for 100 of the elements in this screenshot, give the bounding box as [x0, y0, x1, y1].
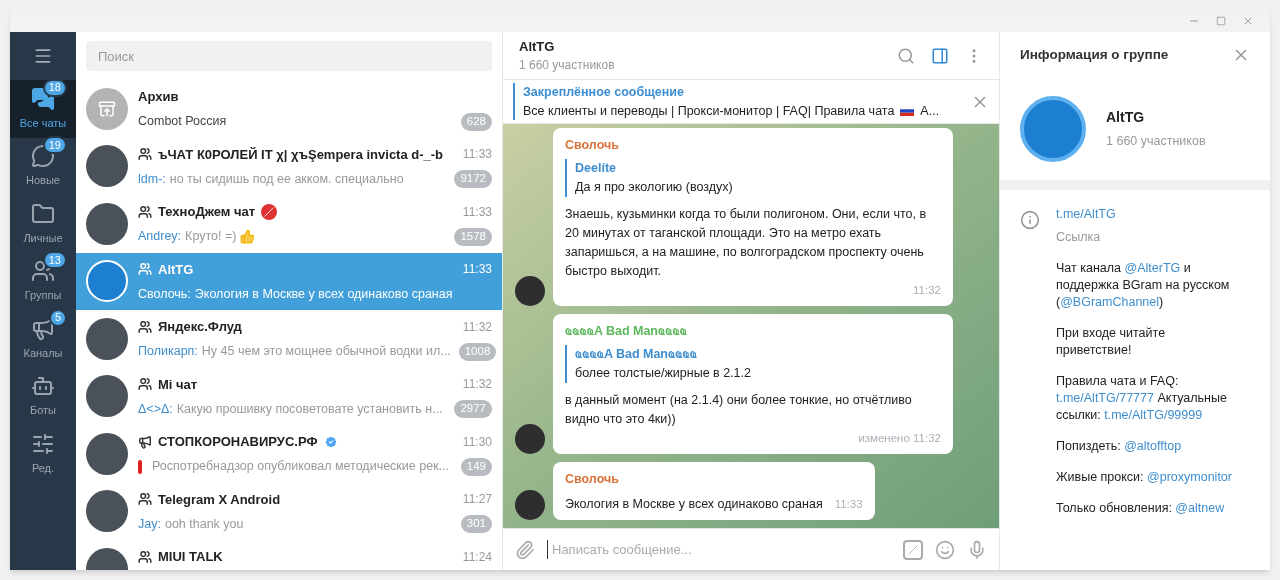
chat-name: Telegram X Android — [158, 490, 281, 509]
sender-name: Δ<>Δ: — [138, 400, 173, 418]
description-paragraph: При входе читайте приветствие! — [1056, 325, 1167, 359]
sender-name: Jay: — [138, 515, 161, 533]
link[interactable]: @altnew — [1175, 501, 1225, 515]
menu-icon[interactable] — [33, 46, 53, 66]
avatar-photo — [515, 490, 545, 520]
pinned-text-tail: А... — [920, 102, 940, 120]
description-paragraph: Только обновления: @altnew — [1056, 500, 1226, 517]
link[interactable]: @AlterTG — [1124, 261, 1181, 275]
link[interactable]: @proxymonitor — [1147, 470, 1232, 484]
unread-count: 9172 — [454, 170, 492, 188]
folder-tab[interactable]: 18 Все чаты — [10, 80, 76, 138]
unread-count: 2977 — [454, 400, 492, 418]
group-icon — [138, 492, 152, 507]
chat-name: Яндекс.Флуд — [158, 318, 242, 336]
chat-name: СТОПКОРОНАВИРУС.РФ — [158, 433, 318, 451]
folder-badge: 13 — [42, 251, 67, 269]
emoji-icon[interactable] — [935, 539, 955, 560]
avatar-photo — [515, 276, 545, 306]
group-name: AltTG — [1106, 108, 1146, 128]
chat-time: 11:24 — [462, 548, 492, 566]
group-icon — [138, 262, 152, 277]
chat-name: MIUI TALK — [158, 548, 223, 566]
maximize-icon[interactable] — [1216, 16, 1226, 26]
chat-time: 11:27 — [462, 491, 492, 509]
folder-badge: 19 — [42, 136, 67, 154]
message-text: Знаешь, кузьминки когда то были полигоном. Они, если что, в 20 минутах от таганской площади. Это на метро ехать запаришься, а на машине, по волгоградском проспекту очень быстро выходит. — [565, 206, 928, 280]
group-link[interactable]: t.me/AltTG — [1056, 206, 1241, 223]
chat-name: Архив — [138, 88, 179, 106]
avatar-photo — [86, 260, 128, 303]
chat-time: 11:33 — [462, 146, 492, 164]
folder-badge: 18 — [42, 78, 67, 97]
attach-icon[interactable] — [515, 539, 535, 560]
info-icon — [1020, 210, 1040, 230]
message-author: Сволочь — [565, 471, 620, 488]
group-subtitle: 1 660 участников — [1106, 133, 1206, 151]
message-time: 11:32 — [913, 283, 941, 298]
chat-time: 11:30 — [462, 433, 492, 451]
reply-text: более толстые/жирные в 2.1.2 — [575, 365, 752, 382]
link-caption: Ссылка — [1056, 229, 1102, 246]
megaphone-icon — [138, 434, 152, 449]
group-icon — [138, 147, 152, 162]
folder-tab[interactable]: 19 Новые — [10, 137, 76, 195]
message-author: ҩҩҩҩA Bad Manҩҩҩҩ — [565, 323, 688, 340]
chat-time: 11:32 — [462, 318, 492, 336]
link[interactable]: @BGramChannel — [1060, 295, 1159, 309]
unread-count: 1008 — [458, 342, 497, 361]
avatar-photo — [86, 317, 128, 360]
chat-title: AltTG — [519, 37, 556, 56]
description-paragraph: Правила чата и FAQ: t.me/AltTG/77777 Актуальные ссылки: t.me/AltTG/99999 — [1056, 373, 1228, 424]
reply-author: Deelíte — [575, 160, 617, 177]
chat-time: 11:33 — [462, 203, 492, 221]
search-field[interactable]: Поиск — [86, 41, 492, 71]
folder-tab[interactable]: 13 Группы — [10, 252, 76, 310]
chat-list-item[interactable]: AltTG 11:33 Сволочь: Экология в Москве у всех одинаково сраная — [76, 252, 502, 310]
group-icon — [138, 377, 152, 392]
unread-count: 1578 — [454, 227, 492, 246]
group-icon — [138, 204, 152, 219]
description-paragraph: Чат канала @AlterTG и поддержка BGram на русском (@BGramChannel) — [1056, 260, 1231, 311]
avatar-photo — [515, 424, 545, 454]
avatar-photo — [86, 432, 128, 475]
message-author: Сволочь — [565, 137, 620, 154]
close-icon[interactable] — [1242, 15, 1254, 27]
folder-badge: 5 — [48, 308, 67, 327]
unread-count: 628 — [460, 112, 492, 131]
folder-tab[interactable]: Ред. — [10, 425, 76, 483]
chat-name: ТехноДжем чат — [158, 203, 256, 221]
message-time: 11:33 — [834, 497, 863, 512]
link[interactable]: @altofftop — [1124, 439, 1182, 453]
folder-tab[interactable]: 5 Каналы — [10, 310, 76, 368]
reply-author: ҩҩҩҩA Bad Manҩҩҩҩ — [575, 346, 698, 363]
pinned-label: Закреплённое сообщение — [523, 83, 685, 101]
message-preview: Роспотребнадзор опубликовал методические рек... — [152, 458, 449, 476]
reply-text: Да я про экологию (воздух) — [575, 179, 734, 196]
sender-name: Andrey: — [138, 228, 182, 246]
link[interactable]: t.me/AltTG/77777 — [1056, 391, 1154, 405]
message-text: в данный момент (на 2.1.4) они более тонкие, но отчётливо видно что это 4ки)) — [565, 392, 913, 428]
message-preview: ooh thank you — [164, 515, 244, 533]
description-paragraph: Попиздеть: @altofftop — [1056, 438, 1183, 455]
group-icon — [138, 549, 152, 564]
sidebar-toggle-icon[interactable] — [931, 46, 949, 65]
search-icon[interactable] — [897, 46, 915, 65]
folder-tab[interactable]: Боты — [10, 367, 76, 425]
chat-time: 11:32 — [462, 376, 492, 394]
message-preview: Экология в Москве у всех одинаково сраная — [194, 285, 453, 303]
microphone-icon[interactable] — [967, 539, 987, 560]
sender-name: Сволочь: — [138, 285, 191, 303]
commands-icon[interactable] — [903, 539, 923, 560]
avatar-photo — [86, 145, 128, 188]
message-preview: Combot Россия — [138, 113, 227, 131]
sender-name: ldm-: — [138, 170, 166, 188]
avatar-photo — [86, 490, 128, 533]
avatar-photo — [86, 202, 128, 245]
message-preview: Какую прошивку посоветовате установить н... — [176, 400, 443, 418]
archive-avatar — [86, 87, 128, 130]
message-input[interactable]: Написать сообщение... — [547, 539, 891, 560]
folder-tab[interactable]: Личные — [10, 195, 76, 253]
panel-title: Информация о группе — [1020, 45, 1170, 64]
link[interactable]: t.me/AltTG/99999 — [1104, 408, 1203, 422]
